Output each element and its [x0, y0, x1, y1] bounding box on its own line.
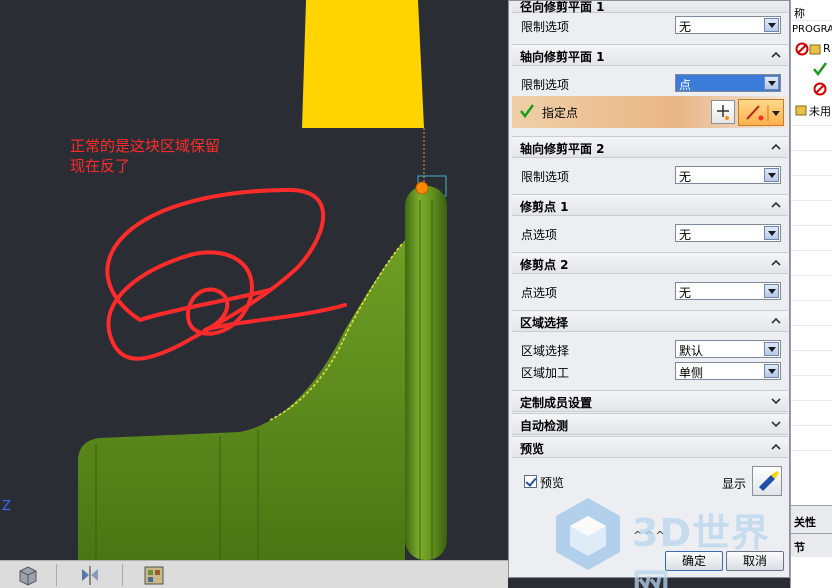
section-region-select[interactable]: 区域选择: [512, 310, 788, 332]
chevron-down-icon: [764, 76, 779, 90]
point-option-label: 点选项: [521, 286, 558, 300]
trim-boundary-dialog: 径向修剪平面 1 限制选项 无 轴向修剪平面 1 限制选项 点 指定点 轴向修剪…: [508, 0, 790, 578]
section-title: 径向修剪平面 1: [520, 0, 605, 14]
combo-value: 无: [679, 20, 692, 34]
chevron-down-icon: [764, 168, 779, 182]
prohibit-icon: [795, 42, 809, 56]
nav-column-header: 称: [794, 7, 805, 20]
limit-option-select-top[interactable]: 无: [675, 16, 781, 34]
model-canvas: [78, 0, 447, 560]
section-title: 预览: [520, 442, 545, 456]
chevron-up-icon: [771, 51, 781, 58]
watermark: 3D世界网: [548, 494, 798, 588]
annotation-line-1: 正常的是这块区域保留: [70, 137, 221, 155]
section-axial-plane-1[interactable]: 轴向修剪平面 1: [512, 44, 788, 66]
chevron-down-icon: [771, 421, 781, 428]
section-trim-point-1[interactable]: 修剪点 1: [512, 194, 788, 216]
layer-grid-icon[interactable]: [140, 563, 168, 587]
axis-z-label: Z: [2, 499, 11, 514]
point-option-select-2[interactable]: 无: [675, 282, 781, 300]
annotation-line-2: 现在反了: [70, 157, 131, 175]
specify-point-label: 指定点: [542, 106, 579, 120]
graphics-viewport[interactable]: 正常的是这块区域保留 现在反了 Z: [0, 0, 508, 560]
point-option-label: 点选项: [521, 228, 558, 242]
section-title: 轴向修剪平面 2: [520, 142, 605, 156]
section-title: 修剪点 2: [520, 258, 569, 272]
point-option-select-1[interactable]: 无: [675, 224, 781, 242]
region-select-label: 区域选择: [521, 344, 570, 358]
preview-checkbox-label: 预览: [540, 476, 565, 490]
show-label: 显示: [722, 477, 747, 491]
limit-option-label: 限制选项: [521, 20, 570, 34]
watermark-text: 3D世界网: [632, 511, 770, 588]
combo-value: 单侧: [679, 366, 704, 380]
folder-icon: [795, 105, 807, 116]
checkmark-icon: [813, 62, 827, 76]
inferred-point-icon: [746, 105, 780, 121]
chevron-down-icon: [764, 342, 779, 356]
prohibit-icon: [813, 82, 827, 96]
cube-view-icon[interactable]: [14, 563, 42, 587]
section-title: 自动检测: [520, 419, 569, 433]
limit-option-select-axial-2[interactable]: 无: [675, 166, 781, 184]
show-preview-button[interactable]: [752, 466, 782, 496]
region-select-combo[interactable]: 默认: [675, 340, 781, 358]
point-dialog-button[interactable]: [711, 100, 735, 124]
combo-value: 默认: [679, 344, 704, 358]
nav-program-root[interactable]: PROGRAM: [792, 24, 832, 35]
section-trim-point-2[interactable]: 修剪点 2: [512, 252, 788, 274]
mirror-icon[interactable]: [76, 563, 104, 587]
region-machining-combo[interactable]: 单侧: [675, 362, 781, 380]
region-machining-label: 区域加工: [521, 366, 570, 380]
inferred-point-button[interactable]: [738, 99, 784, 126]
nav-item-unused[interactable]: 未用: [809, 103, 831, 119]
part-shaft: [405, 186, 447, 560]
nav-item-r[interactable]: R: [823, 42, 831, 55]
section-title: 修剪点 1: [520, 200, 569, 214]
combo-value: 点: [679, 78, 692, 92]
point-constructor-icon: [717, 105, 729, 120]
chevron-down-icon: [764, 18, 779, 32]
red-annotation-text: 正常的是这块区域保留 现在反了: [70, 136, 220, 176]
section-axial-plane-2[interactable]: 轴向修剪平面 2: [512, 136, 788, 158]
specified-point-marker: [415, 181, 429, 195]
checkmark-icon: [520, 104, 534, 118]
chevron-up-icon: [771, 443, 781, 450]
limit-option-label: 限制选项: [521, 78, 570, 92]
tool-holder-shape: [302, 0, 424, 128]
chevron-down-icon: [764, 226, 779, 240]
section-title: 区域选择: [520, 316, 569, 330]
chevron-down-icon: [764, 284, 779, 298]
section-auto-check[interactable]: 自动检测: [512, 413, 788, 435]
section-preview[interactable]: 预览: [512, 436, 788, 458]
section-title: 定制成员设置: [520, 396, 593, 410]
bottom-toolbar: [0, 560, 508, 588]
section-radial-plane-partial[interactable]: 径向修剪平面 1: [512, 0, 788, 14]
combo-value: 无: [679, 228, 692, 242]
section-title: 轴向修剪平面 1: [520, 50, 605, 64]
section-custom-members[interactable]: 定制成员设置: [512, 390, 788, 412]
chevron-up-icon: [771, 259, 781, 266]
folder-icon: [809, 44, 821, 55]
limit-option-label: 限制选项: [521, 170, 570, 184]
chevron-down-icon: [764, 364, 779, 378]
red-annotation-scribble: [105, 188, 347, 361]
watermark-logo-icon: [556, 498, 620, 570]
limit-option-select-axial-1[interactable]: 点: [675, 74, 781, 92]
specify-point-row[interactable]: 指定点: [512, 96, 788, 128]
chevron-up-icon: [771, 201, 781, 208]
chevron-up-icon: [771, 143, 781, 150]
chevron-up-icon: [771, 317, 781, 324]
flashlight-icon: [759, 471, 779, 491]
preview-checkbox[interactable]: [524, 475, 537, 488]
combo-value: 无: [679, 170, 692, 184]
combo-value: 无: [679, 286, 692, 300]
chevron-down-icon: [771, 398, 781, 405]
